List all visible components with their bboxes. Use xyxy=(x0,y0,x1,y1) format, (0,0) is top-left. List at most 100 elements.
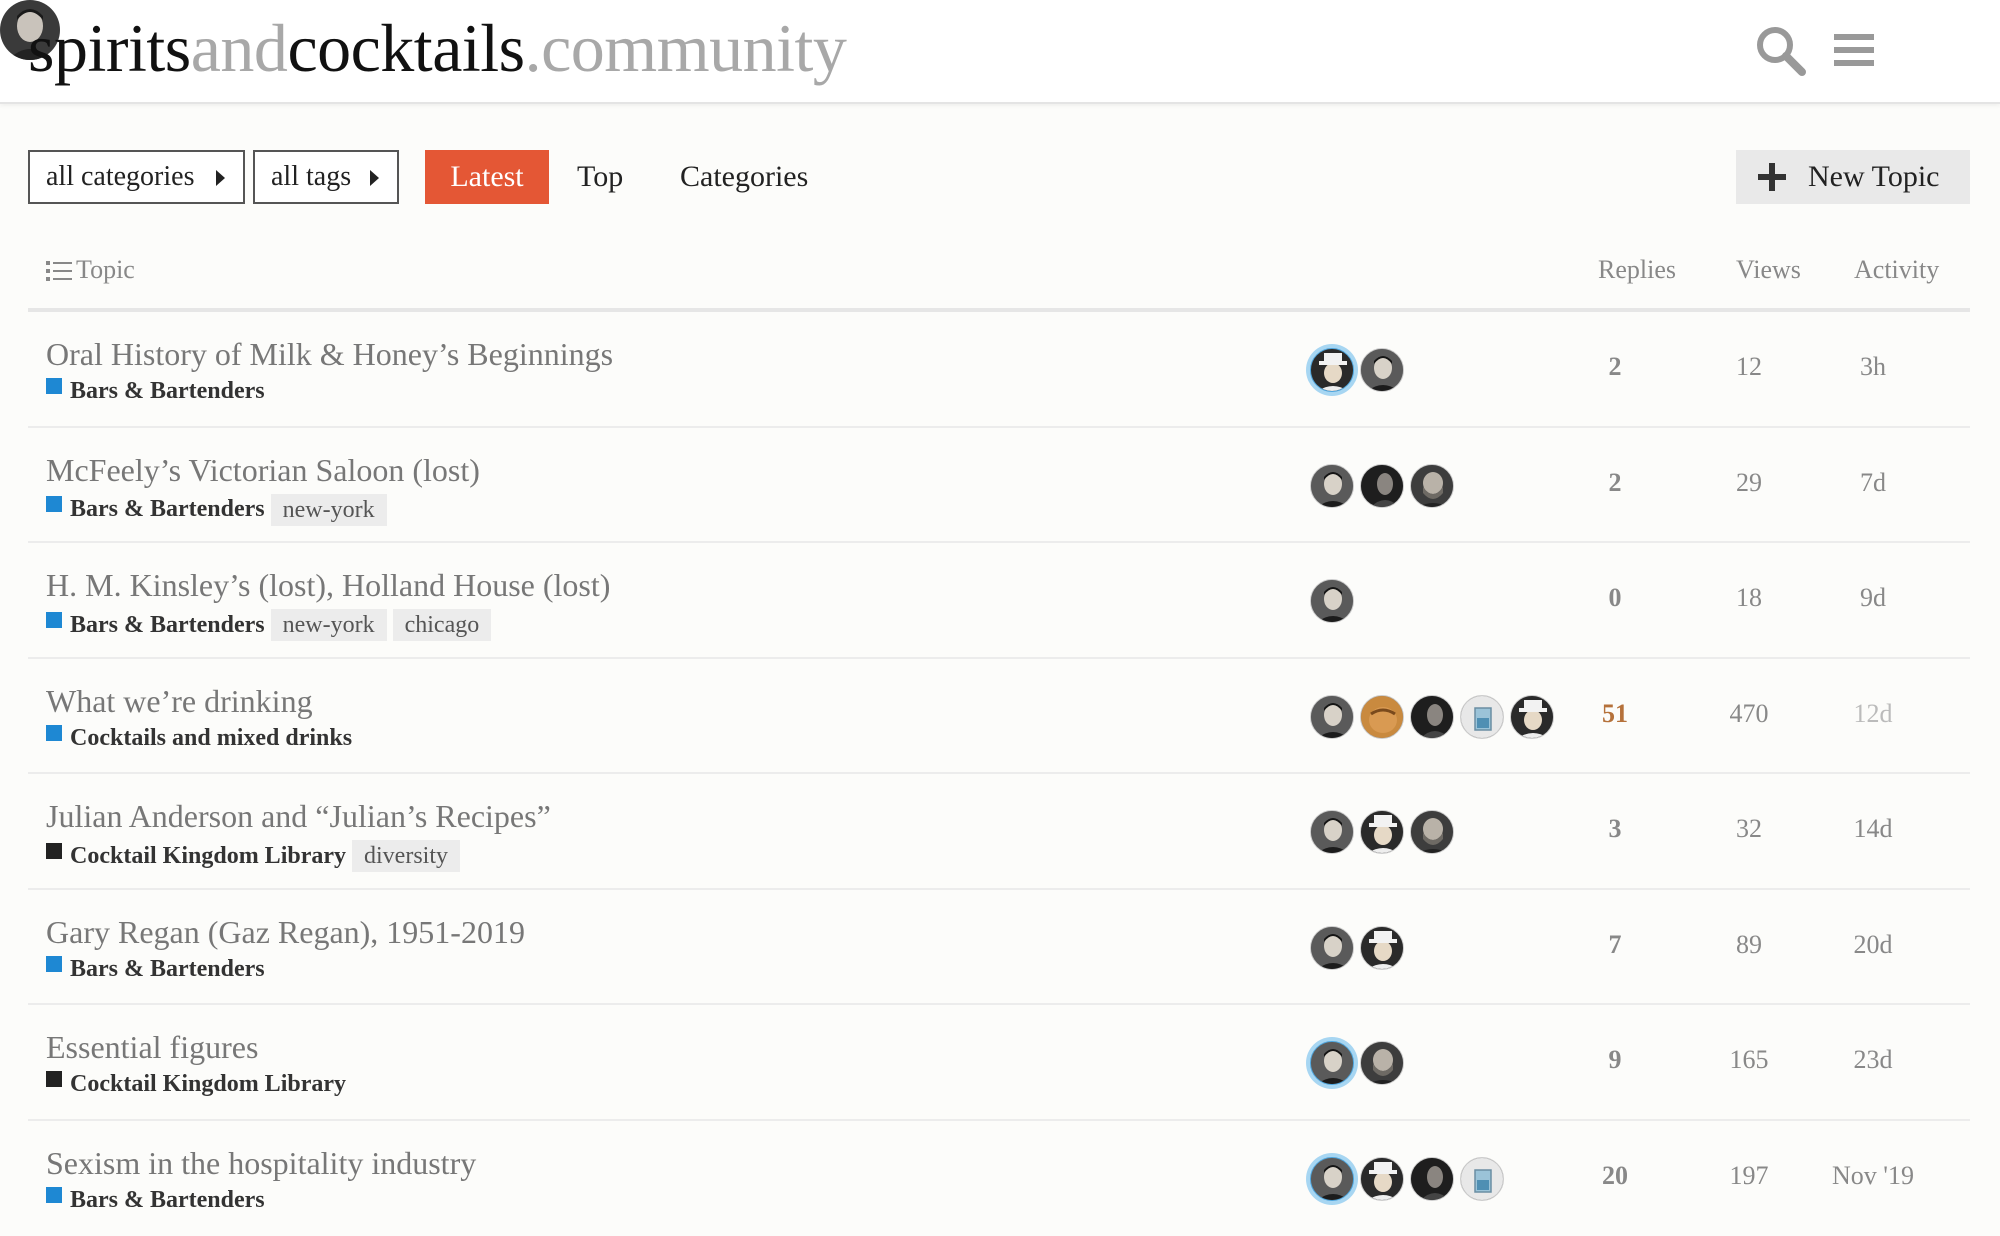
categories-dropdown-label: all categories xyxy=(46,161,195,192)
column-header-activity[interactable]: Activity xyxy=(1854,250,1939,290)
category-name: Cocktail Kingdom Library xyxy=(70,1071,347,1097)
column-header-replies[interactable]: Replies xyxy=(1598,250,1676,290)
category-badge[interactable]: Cocktail Kingdom Library xyxy=(46,843,346,869)
topic-meta: Cocktails and mixed drinks xyxy=(46,725,352,759)
tab-categories[interactable]: Categories xyxy=(680,150,808,204)
poster-avatar[interactable] xyxy=(1310,1156,1354,1201)
poster-avatar[interactable] xyxy=(1410,694,1454,739)
topic-title-link[interactable]: What we’re drinking xyxy=(46,683,313,720)
poster-avatar[interactable] xyxy=(1360,694,1404,739)
activity-timestamp[interactable]: Nov '19 xyxy=(1818,1161,1928,1191)
poster-avatar[interactable] xyxy=(1360,348,1404,392)
poster-avatar[interactable] xyxy=(1310,1041,1354,1085)
caret-right-icon xyxy=(216,170,225,186)
category-name: Bars & Bartenders xyxy=(70,1186,265,1213)
tab-top[interactable]: Top xyxy=(577,150,623,204)
activity-timestamp[interactable]: 14d xyxy=(1818,814,1928,844)
activity-timestamp[interactable]: 20d xyxy=(1818,930,1928,960)
topic-row[interactable]: H. M. Kinsley’s (lost), Holland House (l… xyxy=(28,543,1970,659)
category-badge[interactable]: Bars & Bartenders xyxy=(46,612,265,638)
poster-avatar[interactable] xyxy=(1360,463,1404,508)
topic-tag[interactable]: new-york xyxy=(270,609,387,641)
topic-tag[interactable]: new-york xyxy=(270,493,387,526)
activity-timestamp[interactable]: 9d xyxy=(1818,583,1928,613)
reply-count[interactable]: 7 xyxy=(1560,930,1670,960)
hamburger-menu-icon[interactable] xyxy=(1826,22,1882,78)
poster-avatar[interactable] xyxy=(1360,925,1404,970)
topic-row[interactable]: Sexism in the hospitality industry Bars &… xyxy=(28,1121,1970,1236)
poster-avatar[interactable] xyxy=(1310,579,1354,623)
view-count: 89 xyxy=(1736,929,1762,959)
topic-title-link[interactable]: H. M. Kinsley’s (lost), Holland House (l… xyxy=(46,567,610,604)
activity-timestamp[interactable]: 12d xyxy=(1818,699,1928,729)
topic-navigation: all categories all tags Latest Top Categ… xyxy=(0,150,2000,206)
topic-title-link[interactable]: Sexism in the hospitality industry xyxy=(46,1145,476,1182)
topic-row[interactable]: Essential figures Cocktail Kingdom Librar… xyxy=(28,1005,1970,1121)
topic-meta: Bars & Bartenders new-york chicago xyxy=(46,609,492,643)
poster-avatar[interactable] xyxy=(1410,1156,1454,1201)
category-badge[interactable]: Bars & Bartenders xyxy=(46,496,265,522)
categories-dropdown[interactable]: all categories xyxy=(28,150,245,204)
topic-row[interactable]: McFeely’s Victorian Saloon (lost) Bars & … xyxy=(28,428,1970,543)
topic-meta: Bars & Bartenders xyxy=(46,956,265,990)
topic-posters xyxy=(1310,1041,1410,1089)
site-logo[interactable]: spiritsandcocktails.community xyxy=(28,0,847,96)
topic-row[interactable]: What we’re drinking Cocktails and mixed d… xyxy=(28,659,1970,774)
category-badge[interactable]: Bars & Bartenders xyxy=(46,378,265,404)
view-count: 197 xyxy=(1729,1160,1769,1190)
category-color-swatch xyxy=(46,611,62,628)
reply-count[interactable]: 3 xyxy=(1560,814,1670,844)
reply-count[interactable]: 2 xyxy=(1560,352,1670,382)
reply-count[interactable]: 51 xyxy=(1560,699,1670,729)
category-badge[interactable]: Cocktail Kingdom Library xyxy=(46,1071,346,1097)
category-badge[interactable]: Cocktails and mixed drinks xyxy=(46,725,352,751)
category-badge[interactable]: Bars & Bartenders xyxy=(46,956,265,982)
topic-title-link[interactable]: Oral History of Milk & Honey’s Beginning… xyxy=(46,336,613,373)
reply-count[interactable]: 2 xyxy=(1560,468,1670,498)
topic-tag[interactable]: diversity xyxy=(352,840,461,872)
column-header-topic[interactable]: Topic xyxy=(46,250,135,290)
category-name: Bars & Bartenders xyxy=(70,378,265,404)
topic-row[interactable]: Gary Regan (Gaz Regan), 1951-2019 Bars & … xyxy=(28,890,1970,1005)
reply-count[interactable]: 20 xyxy=(1560,1161,1670,1191)
logo-part-spirits: spirits xyxy=(28,10,191,86)
poster-avatar[interactable] xyxy=(1360,810,1404,854)
poster-avatar[interactable] xyxy=(1410,810,1454,854)
category-name: Cocktails and mixed drinks xyxy=(70,724,353,751)
poster-avatar[interactable] xyxy=(1510,694,1554,739)
logo-part-cocktails: cocktails xyxy=(287,10,525,86)
reply-count[interactable]: 0 xyxy=(1560,583,1670,613)
poster-avatar[interactable] xyxy=(1360,1156,1404,1201)
topic-title-link[interactable]: McFeely’s Victorian Saloon (lost) xyxy=(46,452,480,489)
activity-timestamp[interactable]: 23d xyxy=(1818,1045,1928,1075)
poster-avatar[interactable] xyxy=(1360,1041,1404,1085)
category-badge[interactable]: Bars & Bartenders xyxy=(46,1187,265,1213)
topic-title-link[interactable]: Julian Anderson and “Julian’s Recipes” xyxy=(46,798,551,835)
tab-latest[interactable]: Latest xyxy=(425,150,549,204)
poster-avatar[interactable] xyxy=(1310,694,1354,739)
logo-part-and: and xyxy=(190,10,288,86)
topic-title-link[interactable]: Gary Regan (Gaz Regan), 1951-2019 xyxy=(46,914,525,951)
poster-avatar[interactable] xyxy=(1310,463,1354,508)
topic-row[interactable]: Oral History of Milk & Honey’s Beginning… xyxy=(28,312,1970,428)
topic-title-link[interactable]: Essential figures xyxy=(46,1029,258,1066)
tags-dropdown[interactable]: all tags xyxy=(253,150,399,204)
column-header-views[interactable]: Views xyxy=(1736,250,1801,290)
poster-avatar[interactable] xyxy=(1410,463,1454,508)
view-count: 12 xyxy=(1736,352,1762,381)
new-topic-button[interactable]: New Topic xyxy=(1736,150,1970,204)
poster-avatar[interactable] xyxy=(1460,694,1504,739)
search-icon[interactable] xyxy=(1752,22,1808,78)
column-header-topic-label: Topic xyxy=(76,255,135,284)
reply-count[interactable]: 9 xyxy=(1560,1045,1670,1075)
poster-avatar[interactable] xyxy=(1310,925,1354,970)
topic-tag[interactable]: chicago xyxy=(392,609,492,641)
poster-avatar[interactable] xyxy=(1460,1156,1504,1201)
topic-row[interactable]: Julian Anderson and “Julian’s Recipes” Co… xyxy=(28,774,1970,890)
category-color-swatch xyxy=(46,496,62,513)
poster-avatar[interactable] xyxy=(1310,348,1354,392)
activity-timestamp[interactable]: 3h xyxy=(1818,352,1928,382)
topic-meta: Bars & Bartenders xyxy=(46,1187,265,1221)
activity-timestamp[interactable]: 7d xyxy=(1818,468,1928,498)
poster-avatar[interactable] xyxy=(1310,810,1354,854)
